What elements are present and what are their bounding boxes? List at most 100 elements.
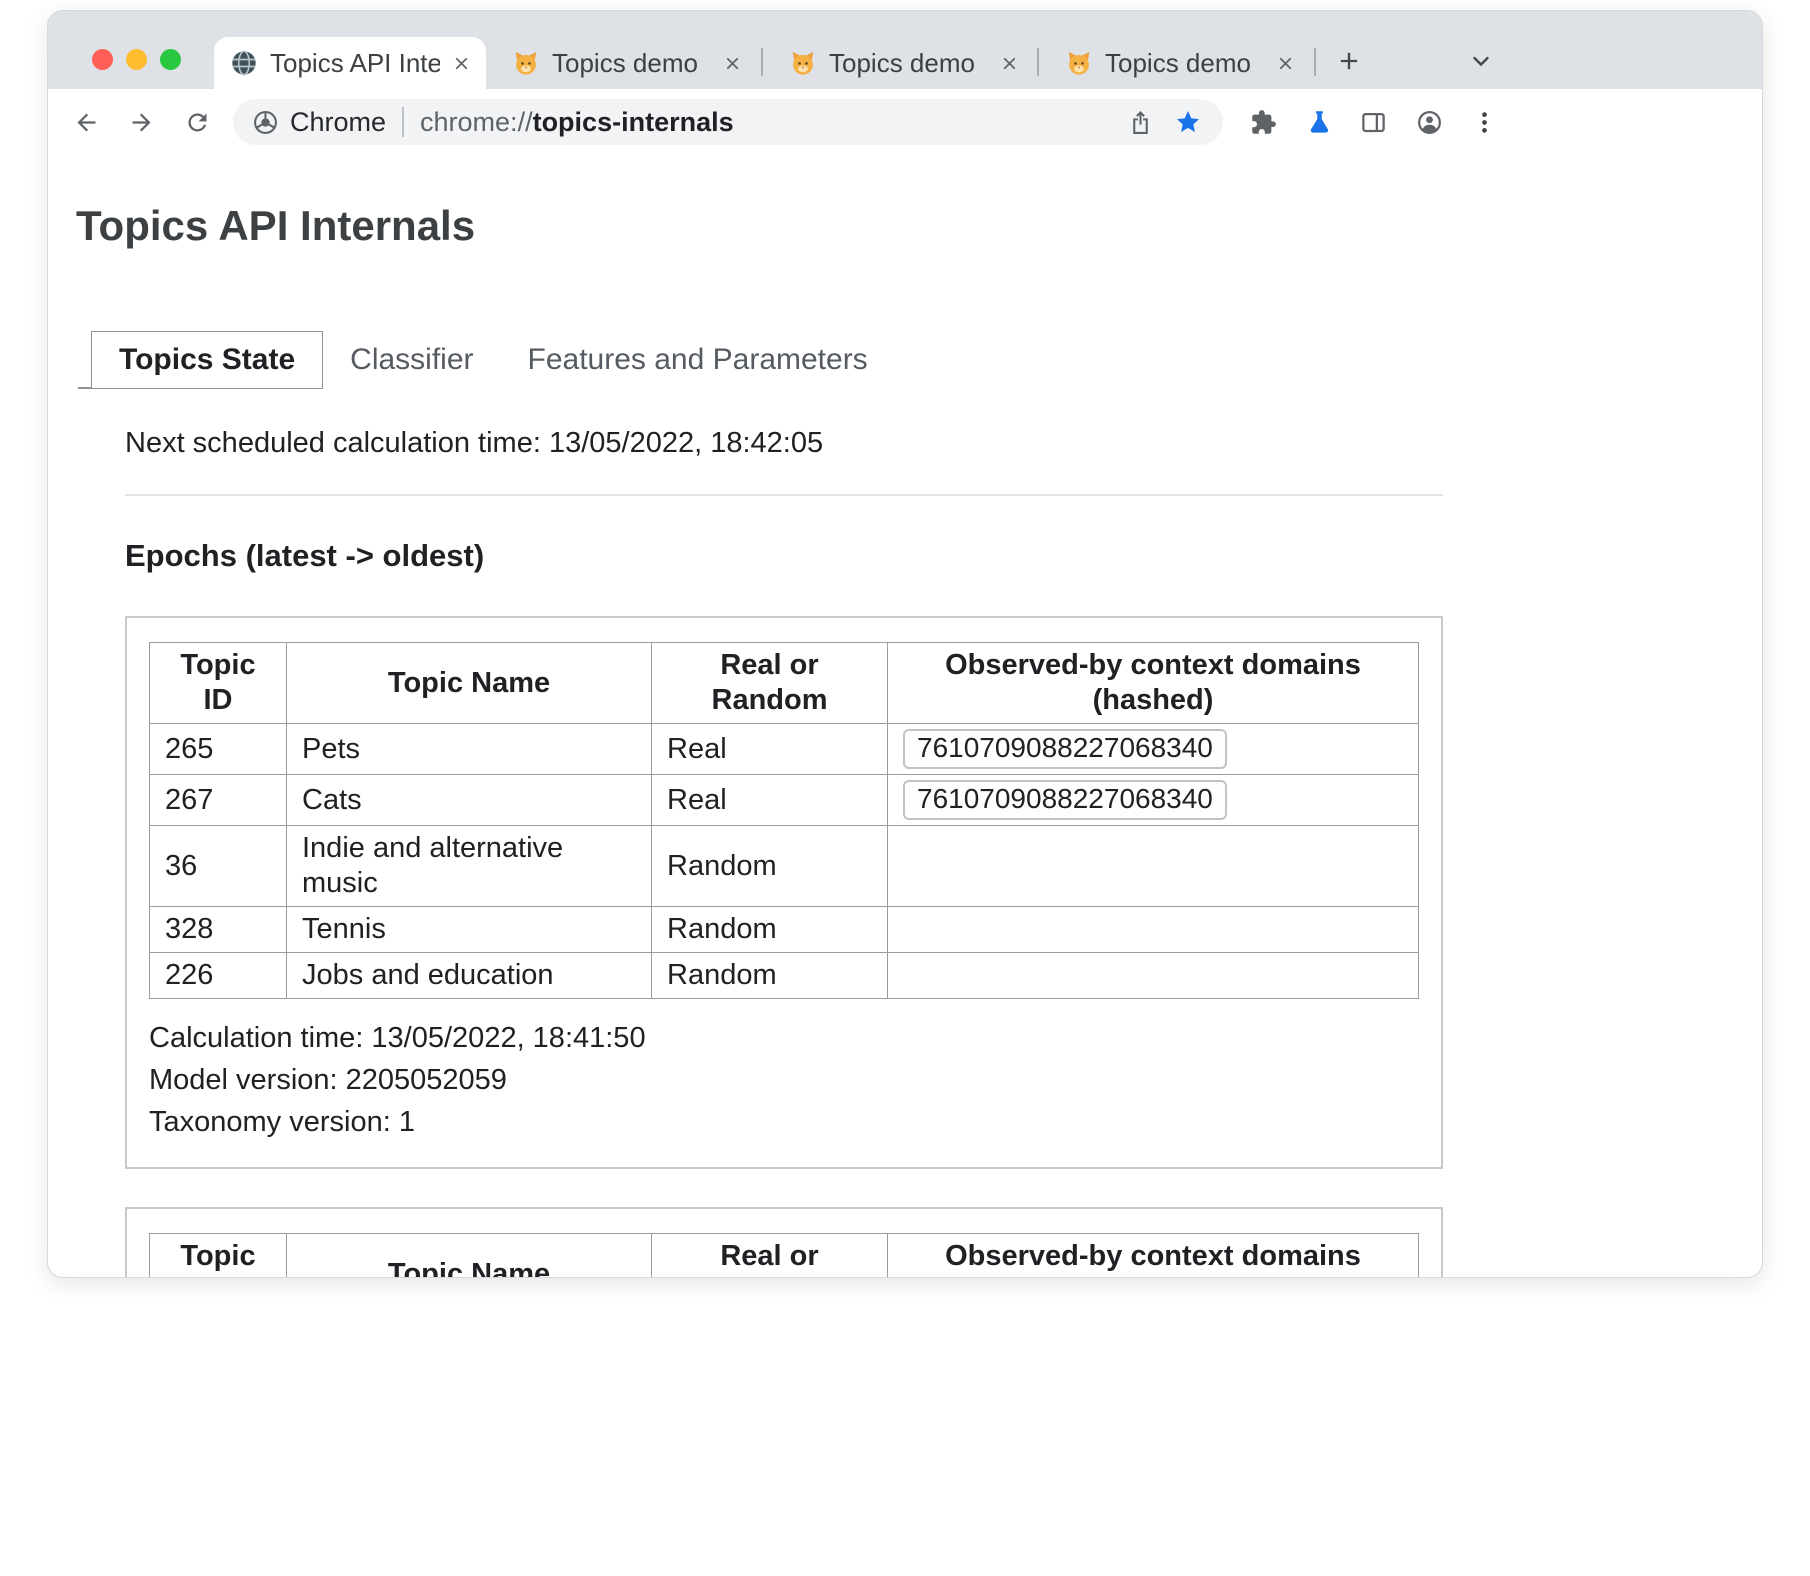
- address-bar[interactable]: Chrome chrome://topics-internals: [233, 99, 1223, 145]
- tab-separator: [1037, 48, 1039, 76]
- tab-separator: [761, 48, 763, 76]
- overflow-menu-icon: [1471, 109, 1498, 136]
- col-header-topic-id: Topic ID: [150, 643, 287, 724]
- profile-button[interactable]: [1407, 100, 1451, 144]
- topic-name-cell: Indie and alternative music: [287, 826, 652, 907]
- browser-tab-topics-demo-2[interactable]: Topics demo: [777, 37, 1032, 89]
- labs-flask-icon: [1306, 109, 1333, 136]
- topic-name-cell: Tennis: [287, 907, 652, 953]
- divider: [125, 494, 1443, 496]
- browser-tab-topics-demo-3[interactable]: Topics demo: [1053, 37, 1308, 89]
- url-scheme: chrome://: [420, 107, 533, 138]
- topics-state-panel: Next scheduled calculation time: 13/05/2…: [125, 427, 1443, 1278]
- page-title: Topics API Internals: [76, 201, 1762, 251]
- table-row: 226 Jobs and education Random: [150, 953, 1419, 999]
- epochs-heading: Epochs (latest -> oldest): [125, 538, 1443, 574]
- chrome-chip-label: Chrome: [290, 107, 386, 138]
- domains-cell: 7610709088227068340: [888, 724, 1419, 775]
- browser-menu-button[interactable]: [1462, 100, 1506, 144]
- minimize-window-button[interactable]: [126, 49, 147, 70]
- table-row: 267 Cats Real 7610709088227068340: [150, 775, 1419, 826]
- real-or-random-cell: Real: [652, 775, 888, 826]
- forward-button[interactable]: [119, 100, 163, 144]
- reload-button[interactable]: [175, 100, 219, 144]
- reload-icon: [184, 109, 211, 136]
- epoch-meta: Calculation time: 13/05/2022, 18:41:50 M…: [149, 1017, 1419, 1143]
- side-panel-icon: [1360, 109, 1387, 136]
- domain-hash-chip: 7610709088227068340: [903, 780, 1227, 820]
- col-header-topic-id: Topic ID: [150, 1234, 287, 1279]
- model-version: Model version: 2205052059: [149, 1059, 1419, 1101]
- bookmark-star-button[interactable]: [1171, 105, 1205, 139]
- tab-title: Topics demo: [552, 48, 711, 79]
- domain-hash-chip: 7610709088227068340: [903, 729, 1227, 769]
- tab-title: Topics demo: [829, 48, 988, 79]
- table-row: 328 Tennis Random: [150, 907, 1419, 953]
- topic-id-cell: 226: [150, 953, 287, 999]
- epoch-card-1: Topic ID Topic Name Real or Random Obser…: [125, 616, 1443, 1169]
- url-host: topics-internals: [533, 107, 734, 138]
- next-calculation-time: Next scheduled calculation time: 13/05/2…: [125, 427, 1443, 460]
- real-or-random-cell: Random: [652, 953, 888, 999]
- calculation-time: Calculation time: 13/05/2022, 18:41:50: [149, 1017, 1419, 1059]
- col-header-observed-domains: Observed-by context domains (hashed): [888, 643, 1419, 724]
- tab-separator: [1314, 48, 1316, 76]
- tab-classifier[interactable]: Classifier: [323, 331, 500, 389]
- table-header-row: Topic ID Topic Name Real or Random Obser…: [150, 1234, 1419, 1279]
- table-header-row: Topic ID Topic Name Real or Random Obser…: [150, 643, 1419, 724]
- back-button[interactable]: [64, 100, 108, 144]
- tab-close-icon[interactable]: [994, 48, 1024, 78]
- tab-bar-stub: [78, 331, 91, 389]
- real-or-random-cell: Random: [652, 907, 888, 953]
- domains-cell: [888, 826, 1419, 907]
- topic-id-cell: 267: [150, 775, 287, 826]
- tab-close-icon[interactable]: [1270, 48, 1300, 78]
- tab-close-icon[interactable]: [446, 48, 476, 78]
- tab-topics-state[interactable]: Topics State: [91, 331, 323, 389]
- extensions-button[interactable]: [1241, 100, 1285, 144]
- forward-icon: [128, 109, 155, 136]
- profile-avatar-icon: [1416, 109, 1443, 136]
- domains-cell: [888, 953, 1419, 999]
- tab-search-button[interactable]: [1461, 41, 1501, 81]
- col-header-real-or-random: Real or Random: [652, 1234, 888, 1279]
- back-icon: [73, 109, 100, 136]
- table-row: 265 Pets Real 7610709088227068340: [150, 724, 1419, 775]
- side-panel-button[interactable]: [1351, 100, 1395, 144]
- tab-title: Topics demo: [1105, 48, 1264, 79]
- window-controls: [92, 49, 181, 70]
- table-row: 36 Indie and alternative music Random: [150, 826, 1419, 907]
- page-tab-bar: Topics State Classifier Features and Par…: [78, 331, 1762, 389]
- cat-icon: [1065, 49, 1093, 77]
- close-window-button[interactable]: [92, 49, 113, 70]
- topic-id-cell: 328: [150, 907, 287, 953]
- plus-icon: [1335, 47, 1363, 75]
- tab-title: Topics API Internals: [270, 48, 440, 79]
- new-tab-button[interactable]: [1329, 41, 1369, 81]
- site-globe-icon: [230, 49, 258, 77]
- browser-window: Topics API Internals Topics demo Topics …: [47, 10, 1763, 1278]
- cat-icon: [512, 49, 540, 77]
- browser-tab-topics-internals[interactable]: Topics API Internals: [214, 37, 486, 89]
- browser-tab-topics-demo-1[interactable]: Topics demo: [500, 37, 755, 89]
- topic-name-cell: Pets: [287, 724, 652, 775]
- domains-cell: [888, 907, 1419, 953]
- tab-strip: Topics API Internals Topics demo Topics …: [48, 11, 1762, 89]
- chrome-labs-button[interactable]: [1297, 100, 1341, 144]
- omnibox-separator: [402, 107, 404, 137]
- cat-icon: [789, 49, 817, 77]
- bookmark-star-icon: [1175, 109, 1201, 135]
- tab-close-icon[interactable]: [717, 48, 747, 78]
- real-or-random-cell: Random: [652, 826, 888, 907]
- col-header-topic-name: Topic Name: [287, 643, 652, 724]
- chrome-logo-icon: [253, 110, 278, 135]
- tab-features-and-parameters[interactable]: Features and Parameters: [501, 331, 895, 389]
- taxonomy-version: Taxonomy version: 1: [149, 1101, 1419, 1143]
- extensions-puzzle-icon: [1250, 109, 1277, 136]
- share-button[interactable]: [1123, 105, 1157, 139]
- browser-toolbar: Chrome chrome://topics-internals: [48, 89, 1762, 155]
- real-or-random-cell: Real: [652, 724, 888, 775]
- zoom-window-button[interactable]: [160, 49, 181, 70]
- epoch-table: Topic ID Topic Name Real or Random Obser…: [149, 1233, 1419, 1278]
- col-header-real-or-random: Real or Random: [652, 643, 888, 724]
